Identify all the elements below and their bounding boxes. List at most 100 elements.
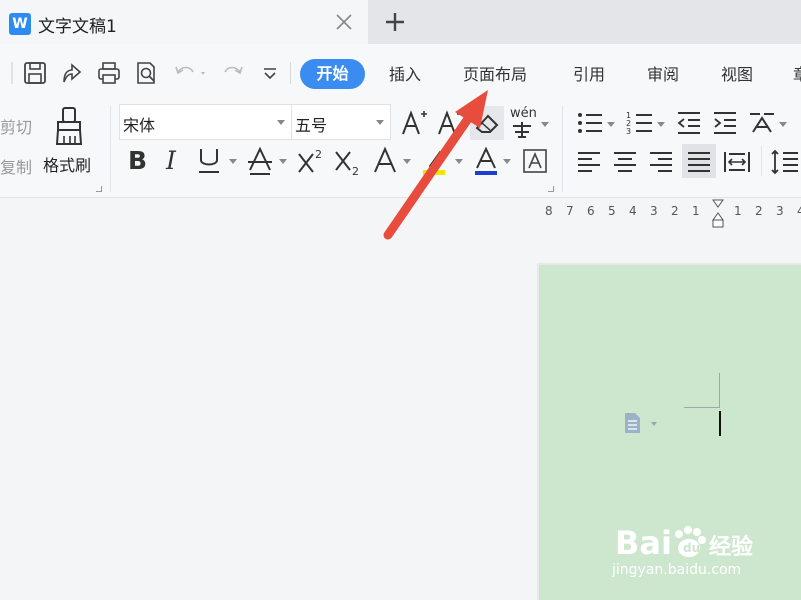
pinyin-guide-label: wén xyxy=(510,106,537,121)
numbered-list-icon[interactable]: 1 2 3 xyxy=(626,110,654,136)
chinese-layout-caret-icon[interactable] xyxy=(779,122,787,127)
format-painter-icon[interactable] xyxy=(50,106,90,146)
new-tab-plus-icon[interactable] xyxy=(383,10,407,34)
underline-icon[interactable] xyxy=(196,146,222,176)
menu-tab-page-layout[interactable]: 页面布局 xyxy=(463,61,527,85)
ruler-number: 4 xyxy=(797,204,801,218)
font-size-caret-icon xyxy=(376,120,384,125)
underline-caret-icon[interactable] xyxy=(229,159,237,164)
text-cursor xyxy=(719,411,721,436)
ruler-number: 7 xyxy=(566,204,574,218)
redo-icon[interactable] xyxy=(218,60,248,86)
decrease-indent-icon[interactable] xyxy=(676,110,702,136)
print-icon[interactable] xyxy=(96,60,122,86)
clipboard-group-expander[interactable] xyxy=(96,186,102,192)
menu-tab-insert[interactable]: 插入 xyxy=(389,61,421,85)
decrease-font-size-icon[interactable] xyxy=(436,108,466,138)
highlight-color-icon[interactable] xyxy=(420,146,450,176)
svg-text:2: 2 xyxy=(352,165,359,176)
chinese-layout-icon[interactable] xyxy=(748,110,776,136)
ruler-number: 1 xyxy=(734,204,742,218)
baidu-paw-watermark-icon: Bai du 经验 xyxy=(615,524,753,562)
increase-indent-icon[interactable] xyxy=(712,110,738,136)
menu-tab-view[interactable]: 视图 xyxy=(721,61,753,85)
clear-format-eraser-icon[interactable] xyxy=(470,106,504,140)
increase-font-size-icon[interactable] xyxy=(400,108,430,138)
font-color-caret-icon[interactable] xyxy=(503,159,511,164)
document-tab[interactable]: W 文字文稿1 xyxy=(0,0,368,44)
svg-text:3: 3 xyxy=(626,127,631,136)
font-name-value: 宋体 xyxy=(123,116,156,135)
font-group-expander[interactable] xyxy=(548,186,554,192)
menu-tab-chapter[interactable]: 章 xyxy=(793,61,801,85)
font-color-icon[interactable] xyxy=(472,146,500,176)
copy-button[interactable]: 复制 xyxy=(0,154,32,178)
close-icon[interactable] xyxy=(333,11,355,33)
align-center-icon[interactable] xyxy=(612,149,638,175)
cut-button[interactable]: 剪切 xyxy=(0,114,32,138)
wps-writer-logo-icon: W xyxy=(9,13,31,35)
tab-bar: W 文字文稿1 xyxy=(0,0,801,44)
numbered-list-caret-icon[interactable] xyxy=(657,122,665,127)
ruler-number: 2 xyxy=(671,204,679,218)
paragraph-options-icon[interactable] xyxy=(620,412,660,434)
pinyin-caret-icon[interactable] xyxy=(541,122,549,127)
bullet-list-caret-icon[interactable] xyxy=(607,122,615,127)
menu-left-edge-divider xyxy=(11,62,13,84)
ruler-number: 4 xyxy=(629,204,637,218)
page-margin-mark xyxy=(719,373,720,408)
ruler-number: 5 xyxy=(608,204,616,218)
font-size-select[interactable]: 五号 xyxy=(291,104,391,140)
text-effect-caret-icon[interactable] xyxy=(403,159,411,164)
ruler-number: 2 xyxy=(755,204,763,218)
menu-bar: 开始 插入 页面布局 引用 审阅 视图 章 xyxy=(0,44,801,100)
text-effect-icon[interactable] xyxy=(371,146,399,176)
highlight-caret-icon[interactable] xyxy=(455,159,463,164)
indent-marker-icon[interactable] xyxy=(712,199,724,229)
justify-icon[interactable] xyxy=(682,144,716,178)
bold-icon[interactable]: B xyxy=(128,146,147,175)
strikethrough-caret-icon[interactable] xyxy=(279,159,287,164)
pinyin-guide-icon[interactable] xyxy=(510,120,540,140)
quick-access-dropdown-icon[interactable] xyxy=(258,60,282,86)
ruler-number: 3 xyxy=(650,204,658,218)
ribbon-divider xyxy=(562,106,563,192)
horizontal-ruler[interactable]: 8 7 6 5 4 3 2 1 1 2 3 4 xyxy=(538,199,801,228)
ribbon-divider xyxy=(110,106,111,192)
line-spacing-icon[interactable] xyxy=(770,148,798,176)
ruler-number: 6 xyxy=(587,204,595,218)
ruler-number: 1 xyxy=(692,204,700,218)
font-size-value: 五号 xyxy=(295,116,328,135)
subscript-icon[interactable]: 2 xyxy=(333,146,363,176)
svg-text:Bai: Bai xyxy=(615,524,672,562)
font-name-caret-icon xyxy=(277,120,285,125)
document-tab-title: 文字文稿1 xyxy=(38,17,117,37)
wps-writer-window: W 文字文稿1 开始 插入 页面布局 引用 审阅 视图 剪切 复制 格式刷 宋体… xyxy=(0,0,801,600)
undo-icon[interactable] xyxy=(172,60,210,86)
format-painter-label[interactable]: 格式刷 xyxy=(43,152,91,176)
ribbon-divider xyxy=(761,146,762,176)
export-pdf-icon[interactable] xyxy=(58,60,84,86)
ruler-number: 8 xyxy=(545,204,553,218)
menu-divider xyxy=(290,62,291,84)
menu-tab-references[interactable]: 引用 xyxy=(573,61,605,85)
font-name-select[interactable]: 宋体 xyxy=(119,104,292,140)
menu-tab-review[interactable]: 审阅 xyxy=(647,61,679,85)
superscript-icon[interactable]: 2 xyxy=(296,146,326,176)
ribbon-toolbar: 剪切 复制 格式刷 宋体 五号 wén B I 2 2 1 2 3 xyxy=(0,100,801,198)
save-icon[interactable] xyxy=(22,60,48,86)
menu-tab-start[interactable]: 开始 xyxy=(300,59,365,89)
page-margin-mark xyxy=(684,407,720,408)
align-right-icon[interactable] xyxy=(648,149,674,175)
character-border-icon[interactable] xyxy=(522,148,548,174)
bullet-list-icon[interactable] xyxy=(576,110,604,136)
svg-text:2: 2 xyxy=(315,148,322,161)
distributed-align-icon[interactable] xyxy=(723,149,751,175)
align-left-icon[interactable] xyxy=(576,149,602,175)
ruler-number: 3 xyxy=(776,204,784,218)
print-preview-icon[interactable] xyxy=(133,60,159,86)
watermark-domain: jingyan.baidu.com xyxy=(612,562,742,578)
strikethrough-icon[interactable] xyxy=(246,146,274,176)
italic-icon[interactable]: I xyxy=(166,146,176,175)
svg-text:经验: 经验 xyxy=(709,534,753,560)
